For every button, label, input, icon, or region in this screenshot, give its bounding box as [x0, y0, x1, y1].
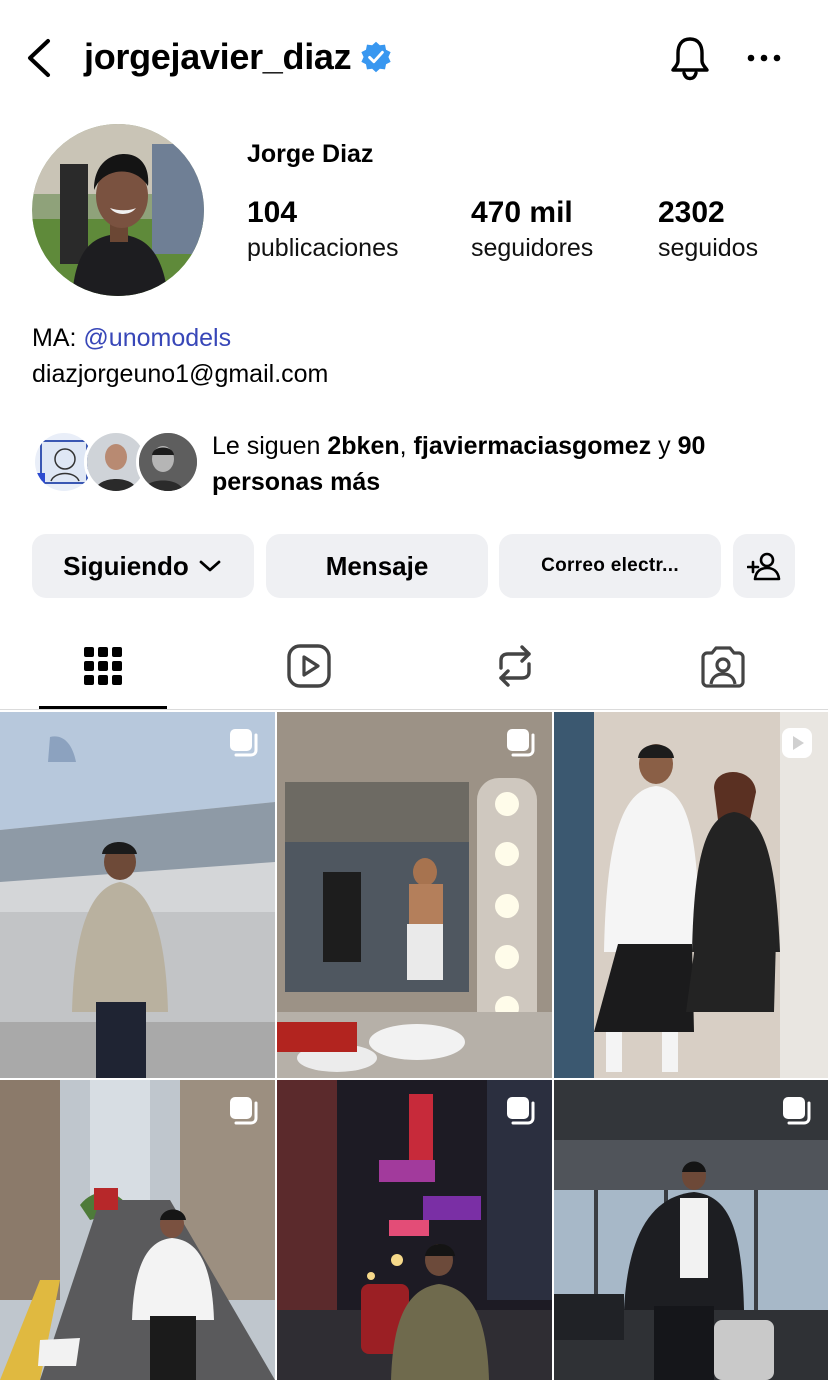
repost-icon	[499, 645, 531, 687]
following-button[interactable]: Siguiendo	[32, 534, 254, 598]
username-container[interactable]: jorgejavier_diaz	[84, 36, 393, 78]
posts-count: 104	[247, 196, 298, 229]
carousel-icon	[507, 1097, 535, 1125]
add-user-button[interactable]	[733, 534, 795, 598]
following-stat[interactable]: 2302 seguidos	[658, 195, 758, 265]
tagged-icon	[701, 646, 745, 688]
tab-posts-grid[interactable]	[79, 642, 127, 690]
email-button[interactable]: Correo electr...	[499, 534, 721, 598]
mutual-avatar-3	[136, 430, 200, 494]
grid-post-5[interactable]	[277, 1080, 552, 1380]
chevron-left-icon	[28, 39, 50, 77]
posts-label: publicaciones	[247, 234, 399, 262]
profile-username: jorgejavier_diaz	[84, 36, 352, 77]
mutual-user-1[interactable]: 2bken	[327, 432, 399, 460]
chevron-down-icon	[199, 560, 221, 572]
play-icon	[782, 728, 812, 758]
mutual-user-2[interactable]: fjaviermaciasgomez	[414, 432, 652, 460]
bio-mention-link[interactable]: @unomodels	[83, 324, 231, 352]
mutual-followers-text: Le siguen 2bken, fjaviermaciasgomez y 90…	[212, 428, 812, 500]
bio-email: diazjorgeuno1@gmail.com	[32, 360, 329, 388]
post-image-3	[554, 712, 828, 1078]
notifications-button[interactable]	[668, 35, 712, 81]
profile-full-name: Jorge Diaz	[247, 140, 374, 168]
grid-icon	[84, 647, 122, 685]
back-button[interactable]	[22, 38, 58, 78]
followed-separator: ,	[399, 432, 414, 460]
post-image-1	[0, 712, 275, 1078]
followers-label: seguidores	[471, 234, 594, 262]
bio-prefix: MA:	[32, 324, 84, 352]
profile-bio: MA: @unomodels diazjorgeuno1@gmail.com	[32, 320, 328, 392]
carousel-icon	[230, 1097, 258, 1125]
following-count: 2302	[658, 196, 725, 229]
grid-post-1[interactable]	[0, 712, 275, 1078]
avatar-image	[32, 124, 204, 296]
followed-prefix: Le siguen	[212, 432, 328, 460]
verified-badge-icon	[361, 41, 391, 73]
profile-header: jorgejavier_diaz	[0, 0, 828, 118]
message-button[interactable]: Mensaje	[266, 534, 488, 598]
bell-icon	[671, 37, 709, 81]
grid-post-4[interactable]	[0, 1080, 275, 1380]
posts-stat[interactable]: 104 publicaciones	[247, 195, 399, 265]
tab-reels[interactable]	[285, 642, 333, 690]
followers-count: 470 mil	[471, 196, 573, 229]
more-options-button[interactable]	[744, 44, 784, 72]
carousel-icon	[230, 729, 258, 757]
tabs-divider	[0, 709, 828, 710]
followed-conjunction: y	[651, 432, 678, 460]
profile-avatar[interactable]	[32, 124, 204, 296]
grid-post-6[interactable]	[554, 1080, 828, 1380]
following-button-label: Siguiendo	[63, 550, 189, 581]
email-button-label: Correo electr...	[541, 555, 679, 576]
profile-tabs	[0, 624, 828, 710]
posts-grid	[0, 712, 828, 1380]
post-image-2	[277, 712, 552, 1078]
mutual-followers[interactable]: Le siguen 2bken, fjaviermaciasgomez y 90…	[32, 428, 812, 500]
reels-icon	[287, 644, 331, 688]
grid-post-2[interactable]	[277, 712, 552, 1078]
tab-reposts[interactable]	[491, 642, 539, 690]
carousel-icon	[507, 729, 535, 757]
carousel-icon	[783, 1097, 811, 1125]
followers-stat[interactable]: 470 mil seguidores	[471, 195, 593, 265]
message-button-label: Mensaje	[325, 550, 429, 581]
bio-line-management: MA: @unomodels	[32, 320, 328, 356]
grid-post-3[interactable]	[554, 712, 828, 1078]
following-label: seguidos	[658, 234, 759, 262]
tab-tagged[interactable]	[699, 642, 747, 690]
add-user-icon	[747, 552, 781, 581]
more-horizontal-icon	[747, 54, 781, 62]
